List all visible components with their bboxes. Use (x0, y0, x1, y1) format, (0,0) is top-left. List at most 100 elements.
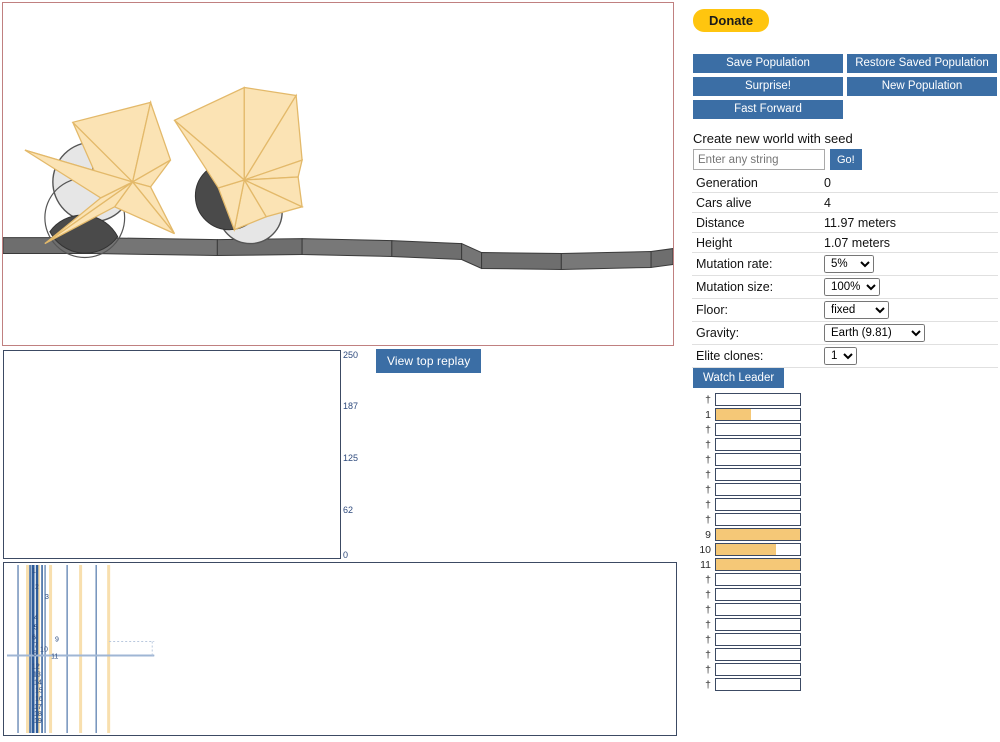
leader-bar-track[interactable] (715, 603, 801, 616)
leader-bar-track[interactable] (715, 618, 801, 631)
stats-value: 4 (820, 192, 998, 213)
stats-value: 11.97 meters (820, 212, 998, 233)
leader-bar-track[interactable] (715, 498, 801, 511)
leader-row[interactable]: † (693, 677, 801, 692)
stats-key: Mutation rate: (692, 252, 820, 276)
leader-row[interactable]: 9 (693, 527, 801, 542)
select-floor[interactable]: fixedrandom (824, 301, 889, 319)
surprise-button[interactable]: Surprise! (693, 77, 843, 96)
leader-row[interactable]: 1 (693, 407, 801, 422)
leader-row[interactable]: † (693, 572, 801, 587)
svg-text:4: 4 (34, 614, 38, 621)
svg-text:18: 18 (34, 711, 42, 718)
leader-row[interactable]: † (693, 452, 801, 467)
stats-value: 1.07 meters (820, 232, 998, 253)
leader-bar-track[interactable] (715, 438, 801, 451)
svg-text:15: 15 (35, 688, 43, 695)
leader-row[interactable]: 11 (693, 557, 801, 572)
stats-value[interactable]: Moon (1.62)Mars (3.71)Earth (9.81)Jupite… (820, 321, 998, 345)
restore-saved-population-button[interactable]: Restore Saved Population (847, 54, 997, 73)
seed-go-button[interactable]: Go! (830, 149, 862, 170)
stats-row: Height 1.07 meters (692, 232, 998, 253)
leader-bar-track[interactable] (715, 468, 801, 481)
select-mutation-rate[interactable]: 1%5%10%20%50% (824, 255, 874, 273)
svg-text:1: 1 (32, 568, 36, 575)
leader-rank-label: † (705, 498, 711, 511)
leader-row[interactable]: † (693, 437, 801, 452)
leader-bar-track[interactable] (715, 393, 801, 406)
stats-value[interactable]: 1%5%10%20%50% (820, 252, 998, 276)
stats-key: Mutation size: (692, 275, 820, 299)
svg-text:13: 13 (33, 672, 41, 679)
leader-row[interactable]: † (693, 632, 801, 647)
leader-row[interactable]: † (693, 602, 801, 617)
car-2 (173, 86, 304, 245)
stats-key: Cars alive (692, 192, 820, 213)
select-gravity[interactable]: Moon (1.62)Mars (3.71)Earth (9.81)Jupite… (824, 324, 925, 342)
stats-key: Gravity: (692, 321, 820, 345)
leader-bar-fill (716, 409, 752, 420)
seed-input[interactable] (693, 149, 825, 170)
y-tick-187: 187 (343, 401, 359, 411)
leader-rank-label: † (705, 588, 711, 601)
leader-bar-track[interactable] (715, 453, 801, 466)
stats-value[interactable]: fixedrandom (820, 298, 998, 322)
y-tick-62: 62 (343, 505, 354, 515)
seed-label: Create new world with seed (693, 131, 853, 146)
leader-row[interactable]: † (693, 662, 801, 677)
car-1 (24, 100, 176, 259)
y-tick-125: 125 (343, 453, 359, 463)
watch-leader-button[interactable]: Watch Leader (693, 368, 785, 388)
select-mutation-size[interactable]: 50%100%200% (824, 278, 880, 296)
leader-bar-track[interactable] (715, 663, 801, 676)
svg-text:10: 10 (40, 647, 48, 654)
fast-forward-button[interactable]: Fast Forward (693, 100, 843, 119)
stats-table: Generation 0 Cars alive 4 Distance 11.97 mete… (692, 173, 998, 368)
leader-rank-label: † (705, 468, 711, 481)
leader-row[interactable]: † (693, 422, 801, 437)
leader-rank-label: † (705, 573, 711, 586)
leader-rank-label: † (705, 483, 711, 496)
leader-bar-track[interactable] (715, 423, 801, 436)
leader-bar-track[interactable] (715, 408, 801, 421)
stats-value[interactable]: 01234 (820, 344, 998, 368)
donate-button[interactable]: Donate (693, 9, 770, 32)
stats-key: Generation (692, 173, 820, 193)
leader-bar-track[interactable] (715, 633, 801, 646)
leader-rank-label: † (705, 453, 711, 466)
stats-value: 0 (820, 173, 998, 193)
leader-bar-track[interactable] (715, 648, 801, 661)
view-top-replay-button[interactable]: View top replay (376, 349, 482, 373)
leader-bar-track[interactable] (715, 528, 801, 541)
select-elite-clones[interactable]: 01234 (824, 347, 857, 365)
stats-row: Elite clones:01234 (692, 344, 998, 368)
leader-rank-label: † (705, 678, 711, 691)
leader-bar-track[interactable] (715, 573, 801, 586)
leader-row[interactable]: † (693, 467, 801, 482)
simulation-canvas[interactable] (2, 2, 674, 346)
svg-text:14: 14 (34, 680, 42, 687)
leader-bar-track[interactable] (715, 678, 801, 691)
leader-bar-track[interactable] (715, 543, 801, 556)
svg-text:8: 8 (33, 651, 37, 658)
leader-row[interactable]: † (693, 497, 801, 512)
control-panel: Donate Save Population Restore Saved Pop… (690, 0, 1000, 742)
leader-row[interactable]: † (693, 617, 801, 632)
new-population-button[interactable]: New Population (847, 77, 997, 96)
leader-row[interactable]: 10 (693, 542, 801, 557)
stats-value[interactable]: 50%100%200% (820, 275, 998, 299)
leader-row[interactable]: † (693, 587, 801, 602)
leader-row[interactable]: † (693, 512, 801, 527)
leader-bar-track[interactable] (715, 483, 801, 496)
leader-bar-track[interactable] (715, 588, 801, 601)
save-population-button[interactable]: Save Population (693, 54, 843, 73)
svg-text:2: 2 (35, 584, 39, 591)
leader-row[interactable]: † (693, 482, 801, 497)
leader-rank-label: † (705, 393, 711, 406)
leader-bar-track[interactable] (715, 513, 801, 526)
leader-bar-track[interactable] (715, 558, 801, 571)
stats-key: Distance (692, 212, 820, 233)
leader-row[interactable]: † (693, 392, 801, 407)
stats-row: Mutation rate:1%5%10%20%50% (692, 252, 998, 276)
leader-row[interactable]: † (693, 647, 801, 662)
